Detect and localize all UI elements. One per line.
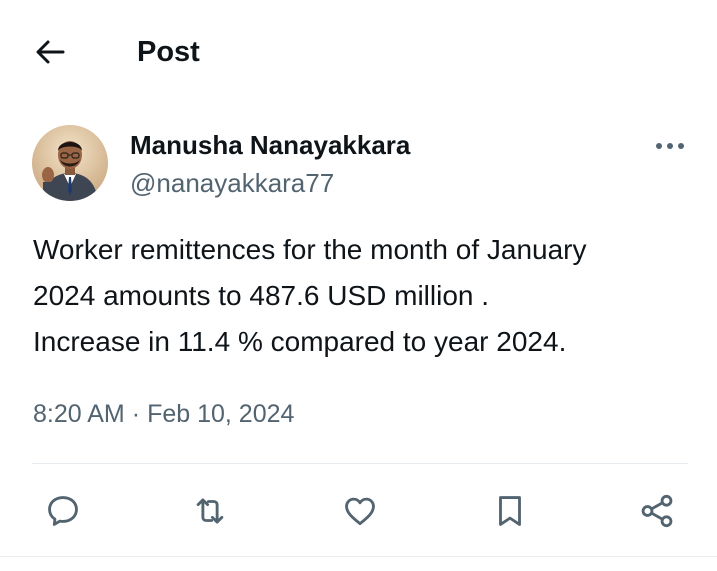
like-button[interactable] bbox=[339, 490, 381, 532]
post-text: Worker remittences for the month of Janu… bbox=[33, 234, 587, 357]
reply-icon bbox=[48, 496, 78, 526]
post-date[interactable]: Feb 10, 2024 bbox=[147, 394, 294, 434]
repost-button[interactable] bbox=[189, 490, 231, 532]
post-metadata: 8:20 AM · Feb 10, 2024 bbox=[33, 394, 294, 434]
avatar[interactable] bbox=[32, 125, 108, 201]
bookmark-button[interactable] bbox=[489, 490, 531, 532]
more-horizontal-icon bbox=[656, 143, 684, 149]
post-time: 8:20 AM bbox=[33, 400, 125, 428]
page-title: Post bbox=[137, 36, 200, 68]
back-button[interactable] bbox=[30, 36, 70, 68]
post-header: Post bbox=[0, 0, 717, 104]
reply-button[interactable] bbox=[42, 490, 84, 532]
arrow-left-icon bbox=[36, 40, 65, 64]
avatar-photo bbox=[32, 125, 108, 201]
author-handle[interactable]: @nanayakkara77 bbox=[130, 166, 334, 200]
bookmark-icon bbox=[499, 496, 521, 526]
share-icon bbox=[641, 494, 673, 528]
share-button[interactable] bbox=[636, 490, 678, 532]
like-heart-icon bbox=[345, 497, 375, 526]
divider bbox=[32, 463, 688, 464]
more-options-button[interactable] bbox=[648, 132, 692, 160]
author-name[interactable]: Manusha Nanayakkara bbox=[130, 128, 410, 162]
repost-icon bbox=[196, 498, 224, 524]
meta-separator: · bbox=[131, 400, 141, 428]
divider bbox=[0, 556, 717, 557]
